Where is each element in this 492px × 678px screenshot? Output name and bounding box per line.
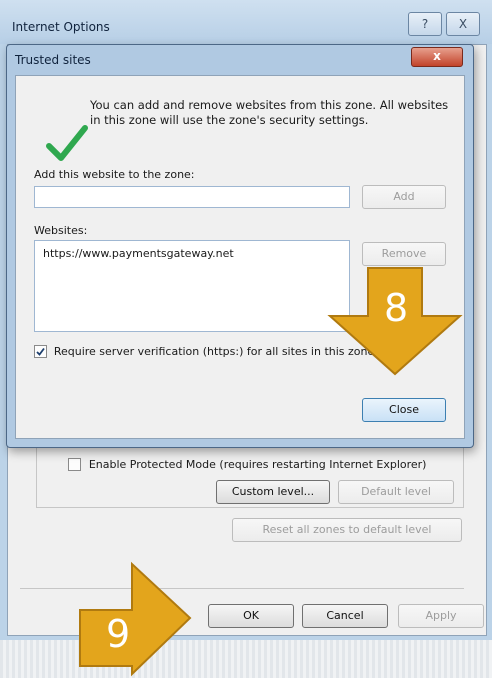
add-button[interactable]: Add bbox=[362, 185, 446, 209]
checkmark-icon bbox=[36, 347, 45, 356]
trusted-sites-dialog: Trusted sites x You can add and remove w… bbox=[6, 44, 474, 448]
callout-number-8: 8 bbox=[384, 286, 409, 330]
check-icon bbox=[46, 125, 88, 161]
protected-mode-label: Enable Protected Mode (requires restarti… bbox=[88, 458, 427, 471]
add-website-label: Add this website to the zone: bbox=[34, 168, 195, 181]
callout-arrow-9 bbox=[79, 561, 192, 677]
websites-list[interactable]: https://www.paymentsgateway.net bbox=[34, 240, 350, 332]
website-list-item[interactable]: https://www.paymentsgateway.net bbox=[43, 247, 234, 260]
add-website-input[interactable] bbox=[34, 186, 350, 208]
outer-window-title: Internet Options bbox=[12, 20, 110, 34]
dialog-close-x-button[interactable]: x bbox=[411, 47, 463, 67]
outer-close-button[interactable]: X bbox=[446, 12, 480, 36]
dialog-body: You can add and remove websites from thi… bbox=[15, 75, 465, 439]
outer-title-bar: Internet Options ? X bbox=[0, 0, 492, 44]
protected-mode-checkbox[interactable] bbox=[68, 458, 81, 471]
dialog-info-text: You can add and remove websites from thi… bbox=[90, 98, 449, 127]
websites-label: Websites: bbox=[34, 224, 88, 237]
close-button[interactable]: Close bbox=[362, 398, 446, 422]
ok-button[interactable]: OK bbox=[208, 604, 294, 628]
reset-all-zones-button[interactable]: Reset all zones to default level bbox=[232, 518, 462, 542]
default-level-button[interactable]: Default level bbox=[338, 480, 454, 504]
apply-button[interactable]: Apply bbox=[398, 604, 484, 628]
remove-button[interactable]: Remove bbox=[362, 242, 446, 266]
background-stripes bbox=[0, 638, 492, 678]
custom-level-button[interactable]: Custom level... bbox=[216, 480, 330, 504]
help-button[interactable]: ? bbox=[408, 12, 442, 36]
protected-mode-row[interactable]: Enable Protected Mode (requires restarti… bbox=[68, 457, 426, 471]
callout-number-9: 9 bbox=[106, 612, 131, 656]
dialog-title: Trusted sites bbox=[15, 53, 91, 67]
require-https-checkbox[interactable] bbox=[34, 345, 47, 358]
cancel-button[interactable]: Cancel bbox=[302, 604, 388, 628]
